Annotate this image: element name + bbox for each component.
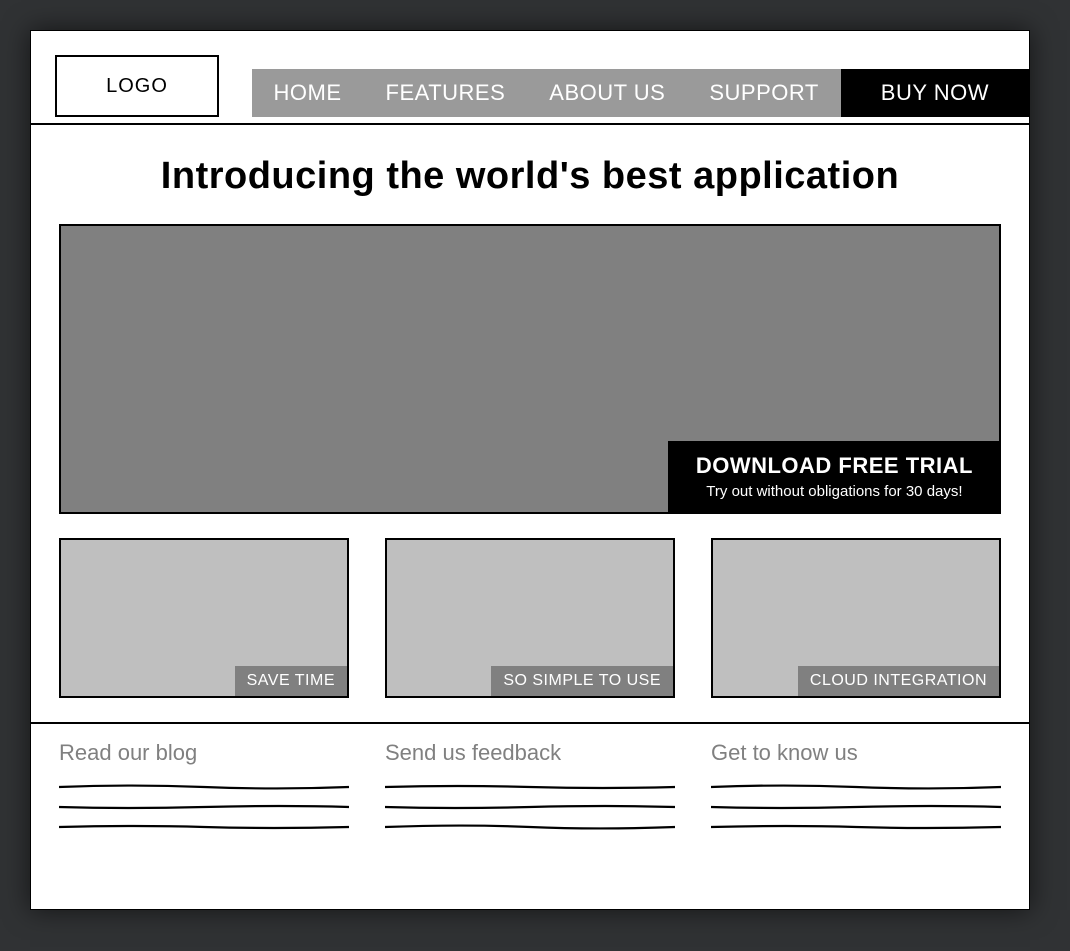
page-headline: Introducing the world's best application <box>161 155 899 198</box>
cta-title: DOWNLOAD FREE TRIAL <box>696 453 973 479</box>
header: LOGO HOME FEATURES ABOUT US SUPPORT BUY … <box>31 31 1029 117</box>
footer-title[interactable]: Send us feedback <box>385 740 675 766</box>
footer-title[interactable]: Get to know us <box>711 740 1001 766</box>
feature-row: SAVE TIME SO SIMPLE TO USE CLOUD INTEGRA… <box>31 514 1029 698</box>
logo[interactable]: LOGO <box>55 55 219 117</box>
download-free-trial-cta[interactable]: DOWNLOAD FREE TRIAL Try out without obli… <box>668 441 1001 514</box>
feature-cloud[interactable]: CLOUD INTEGRATION <box>711 538 1001 698</box>
feature-caption: CLOUD INTEGRATION <box>798 666 999 696</box>
page-wireframe: LOGO HOME FEATURES ABOUT US SUPPORT BUY … <box>30 30 1030 910</box>
cta-subtitle: Try out without obligations for 30 days! <box>696 483 973 500</box>
nav-buy-now[interactable]: BUY NOW <box>841 69 1029 117</box>
nav-features[interactable]: FEATURES <box>364 69 528 117</box>
text-placeholder-lines <box>59 784 349 830</box>
main-nav: HOME FEATURES ABOUT US SUPPORT BUY NOW <box>252 69 1029 117</box>
hero-section: Introducing the world's best application… <box>31 125 1029 514</box>
feature-save-time[interactable]: SAVE TIME <box>59 538 349 698</box>
text-placeholder-lines <box>711 784 1001 830</box>
feature-caption: SO SIMPLE TO USE <box>491 666 673 696</box>
text-placeholder-lines <box>385 784 675 830</box>
footer-blog: Read our blog <box>59 740 349 830</box>
nav-support[interactable]: SUPPORT <box>687 69 840 117</box>
nav-about[interactable]: ABOUT US <box>527 69 687 117</box>
feature-simple[interactable]: SO SIMPLE TO USE <box>385 538 675 698</box>
footer-know-us: Get to know us <box>711 740 1001 830</box>
footer-feedback: Send us feedback <box>385 740 675 830</box>
hero-image-placeholder: DOWNLOAD FREE TRIAL Try out without obli… <box>59 224 1001 514</box>
feature-caption: SAVE TIME <box>235 666 347 696</box>
nav-home[interactable]: HOME <box>252 69 364 117</box>
footer-title[interactable]: Read our blog <box>59 740 349 766</box>
footer-columns: Read our blog Send us feedback Get to kn… <box>31 724 1029 830</box>
